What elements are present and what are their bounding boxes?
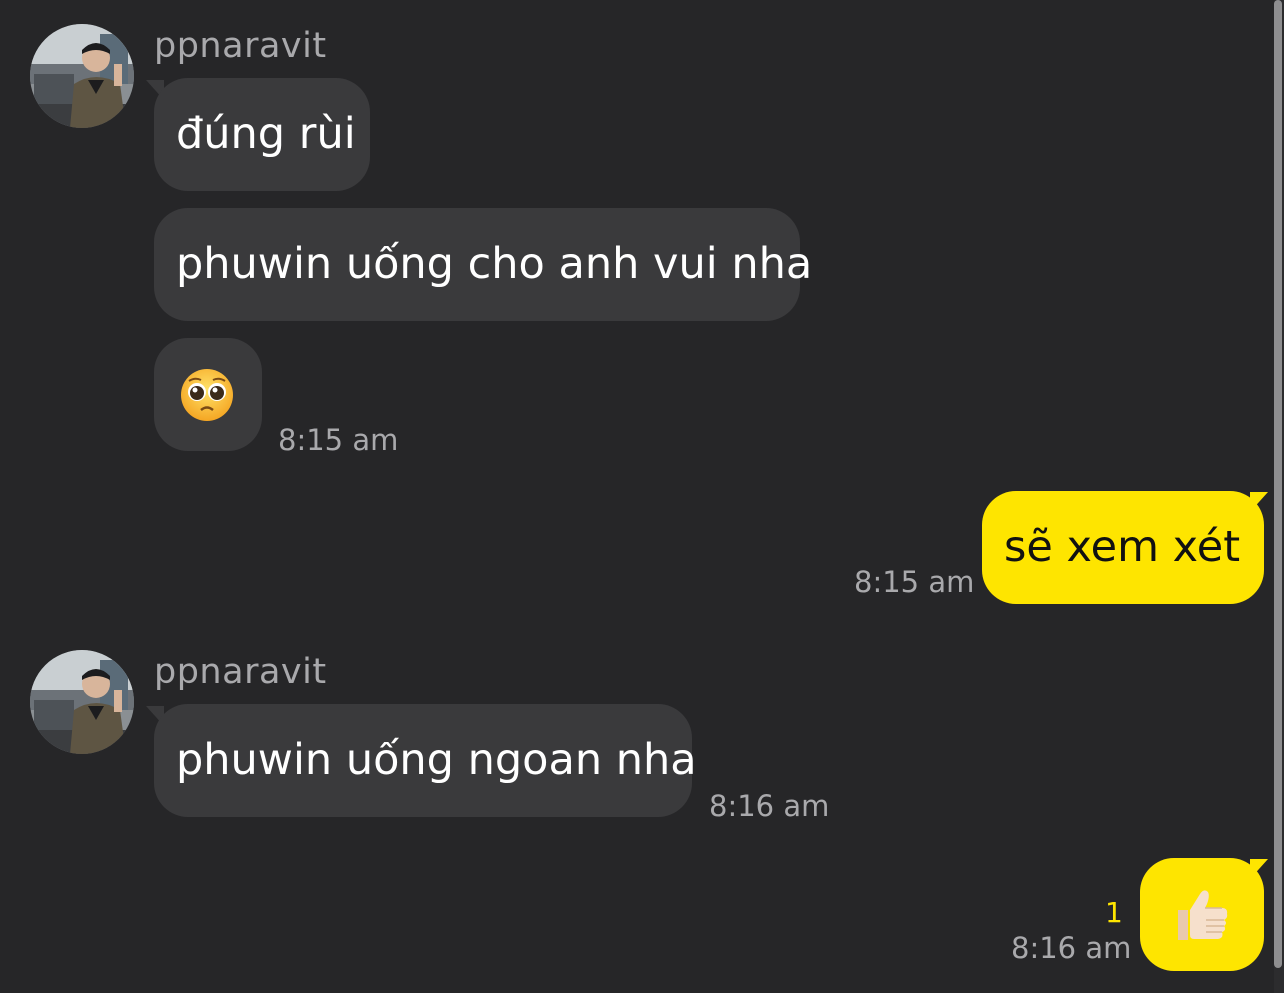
avatar-photo: [30, 650, 134, 754]
unread-count: 1: [1105, 896, 1123, 929]
message-timestamp: 8:15 am: [278, 423, 399, 457]
outgoing-message-bubble[interactable]: sẽ xem xét: [982, 491, 1264, 604]
sender-name: ppnaravit: [154, 26, 327, 66]
sender-avatar[interactable]: [30, 650, 134, 754]
incoming-message-bubble[interactable]: phuwin uống ngoan nha: [154, 704, 697, 817]
thumbs-up-emoji: [1178, 890, 1228, 940]
sender-name: ppnaravit: [154, 652, 327, 692]
outgoing-emoji-bubble[interactable]: [1140, 858, 1264, 971]
message-timestamp: 8:15 am: [854, 565, 975, 599]
pleading-face-emoji: [181, 369, 233, 421]
scrollbar-thumb[interactable]: [1274, 0, 1282, 968]
sender-avatar[interactable]: [30, 24, 134, 128]
message-timestamp: 8:16 am: [709, 789, 830, 823]
incoming-message-bubble[interactable]: phuwin uống cho anh vui nha: [154, 208, 812, 321]
incoming-message-bubble[interactable]: đúng rùi: [154, 78, 370, 191]
chat-view[interactable]: ppnaravit đúng rùi phuwin uống cho anh v…: [0, 0, 1284, 993]
avatar-photo: [30, 24, 134, 128]
scrollbar-track[interactable]: [1274, 0, 1284, 993]
incoming-emoji-bubble[interactable]: [154, 338, 262, 451]
message-timestamp: 8:16 am: [1011, 931, 1132, 965]
